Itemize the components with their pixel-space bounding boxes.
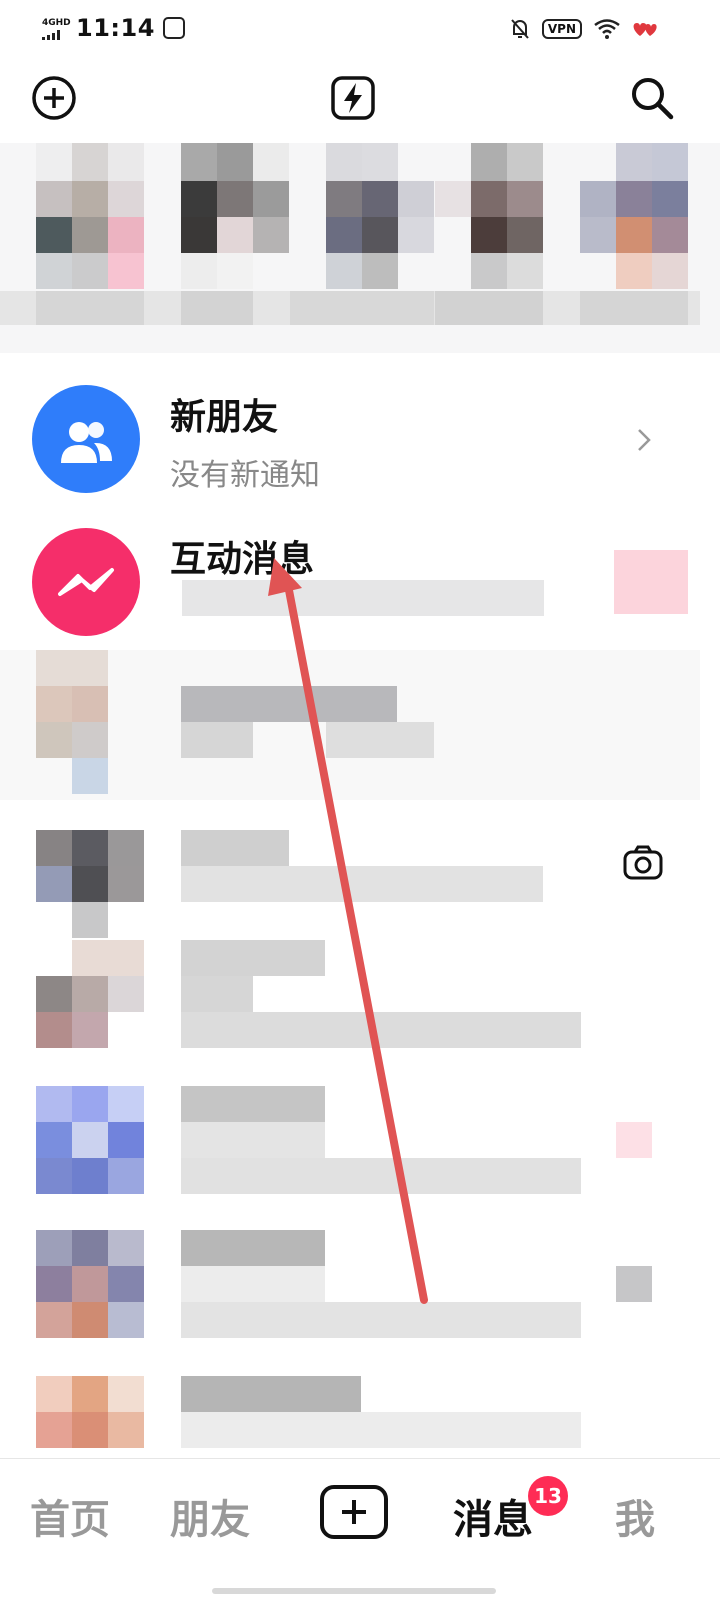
home-indicator[interactable] (212, 1588, 496, 1594)
bottom-nav: 首页 朋友 消息 13 我 (0, 1458, 720, 1569)
nav-me[interactable]: 我 (615, 1487, 655, 1545)
messages-badge: 13 (528, 1476, 568, 1516)
create-button[interactable] (319, 1484, 389, 1540)
annotation-arrow (268, 558, 428, 1304)
nav-messages[interactable]: 消息 (453, 1487, 533, 1545)
nav-friends[interactable]: 朋友 (170, 1487, 250, 1545)
nav-home[interactable]: 首页 (30, 1487, 110, 1545)
plus-square-icon (320, 1485, 388, 1539)
